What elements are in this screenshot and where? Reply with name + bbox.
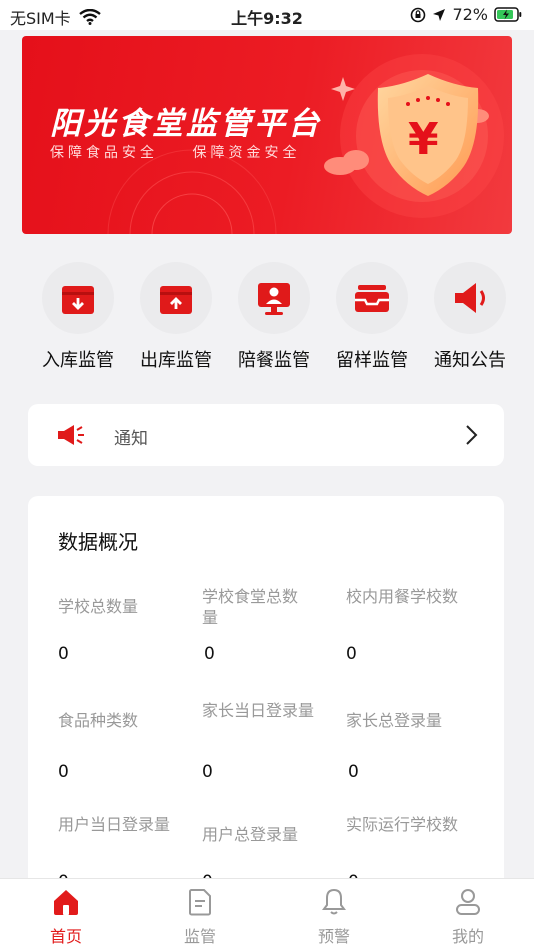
hero-banner[interactable]: 阳光食堂监管平台 保障食品安全 保障资金安全 ¥ [22, 36, 512, 234]
stat-dining-schools: 校内用餐学校数 [346, 586, 476, 607]
quick-menu: 入库监管 出库监管 陪餐监管 留样监管 通知公告 [20, 262, 520, 372]
tab-supervision[interactable]: 监管 [160, 887, 240, 947]
quick-item-notice[interactable]: 通知公告 [420, 262, 520, 372]
bottom-tab-bar: 首页 监管 预警 我的 [0, 878, 534, 951]
notice-text: 通知 [114, 429, 148, 449]
quick-item-label: 留样监管 [336, 350, 408, 371]
tab-label: 监管 [183, 927, 216, 946]
banner-subtitle: 保障食品安全 保障资金安全 [50, 142, 326, 162]
stat-label: 家长总登录量 [346, 711, 443, 730]
banner-title: 阳光食堂监管平台 [50, 106, 322, 142]
monitor-user-icon [258, 283, 290, 315]
stat-label: 校内用餐学校数 [346, 587, 459, 606]
user-icon [456, 889, 480, 915]
stat-label: 实际运行学校数 [346, 815, 459, 834]
quick-item-sample[interactable]: 留样监管 [322, 262, 422, 372]
stat-school-total: 学校总数量 [58, 596, 188, 617]
banner-subtitle-food: 保障食品安全 [50, 145, 158, 161]
megaphone-icon [58, 425, 84, 445]
stat-canteen-total: 学校食堂总数量 [202, 586, 332, 628]
tab-mine[interactable]: 我的 [428, 887, 508, 947]
document-icon [189, 889, 211, 916]
stat-food-types: 食品种类数 [58, 710, 188, 731]
overview-title: 数据概况 [58, 530, 138, 554]
tab-label: 预警 [317, 927, 350, 946]
stat-value: 0 [348, 762, 359, 782]
battery-percent: 72% [452, 5, 488, 24]
box-in-icon [62, 286, 94, 314]
status-bar: 无SIM卡 上午9:32 72% [0, 0, 534, 30]
quick-item-accompany[interactable]: 陪餐监管 [224, 262, 324, 372]
stat-label: 食品种类数 [58, 711, 139, 730]
stat-value: 0 [346, 644, 357, 664]
stat-parent-total-login: 家长总登录量 [346, 710, 476, 731]
data-overview-card: 数据概况 学校总数量 学校食堂总数量 校内用餐学校数 0 0 0 食品种类数 家… [28, 496, 504, 916]
stat-label: 学校食堂总数量 [202, 587, 299, 627]
quick-item-inbound[interactable]: 入库监管 [28, 262, 128, 372]
stat-label: 用户总登录量 [202, 825, 299, 844]
tab-home[interactable]: 首页 [26, 887, 106, 947]
tab-label: 我的 [451, 927, 484, 946]
home-icon [54, 890, 78, 915]
quick-item-label: 陪餐监管 [238, 350, 310, 371]
stat-value: 0 [58, 762, 69, 782]
stat-label: 学校总数量 [58, 597, 139, 616]
stat-user-total-login: 用户总登录量 [202, 824, 332, 845]
quick-item-label: 入库监管 [42, 350, 114, 371]
battery-icon [494, 7, 522, 22]
notice-bar[interactable]: 通知 [28, 404, 504, 466]
stat-user-daily-login: 用户当日登录量 [58, 814, 188, 835]
stat-value: 0 [204, 644, 215, 664]
bell-icon [322, 888, 346, 915]
quick-item-outbound[interactable]: 出库监管 [126, 262, 226, 372]
stat-operating-schools: 实际运行学校数 [346, 814, 476, 835]
tab-label: 首页 [49, 927, 82, 946]
stat-label: 家长当日登录量 [202, 701, 315, 720]
chevron-right-icon [466, 425, 478, 445]
stat-parent-daily-login: 家长当日登录量 [202, 700, 332, 721]
rotation-lock-icon [411, 7, 426, 22]
banner-subtitle-fund: 保障资金安全 [192, 145, 301, 161]
box-out-icon [160, 286, 192, 314]
quick-item-label: 通知公告 [434, 350, 506, 371]
stat-value: 0 [58, 644, 69, 664]
tray-icon [355, 285, 389, 312]
location-arrow-icon [433, 8, 446, 21]
tab-alert[interactable]: 预警 [294, 887, 374, 947]
quick-item-label: 出库监管 [140, 350, 212, 371]
speaker-icon [455, 283, 485, 313]
shield-currency-glyph: ¥ [408, 114, 439, 165]
stat-value: 0 [202, 762, 213, 782]
stat-label: 用户当日登录量 [58, 815, 171, 834]
